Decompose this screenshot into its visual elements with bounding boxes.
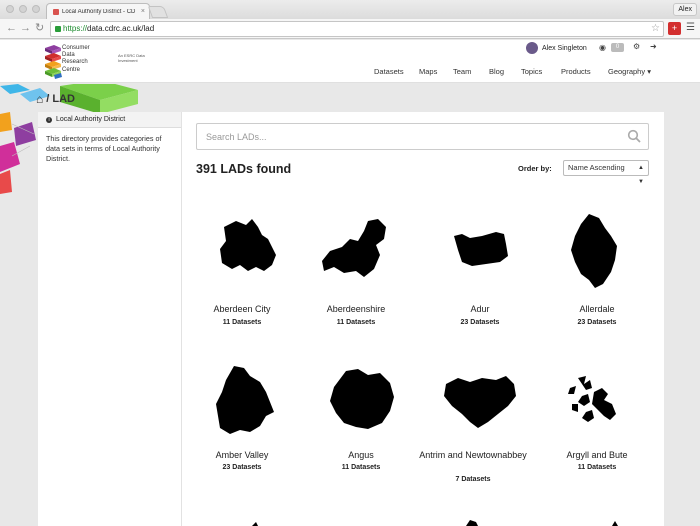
sidebar: i Local Authority District This directory… xyxy=(38,112,182,526)
search-box xyxy=(196,123,649,150)
gear-icon[interactable]: ⚙ xyxy=(633,42,640,51)
browser-tab[interactable]: Local Authority District - CD × xyxy=(46,3,150,19)
nav-geography[interactable]: Geography ▾ xyxy=(608,67,651,76)
sidebar-description: This directory provides categories of da… xyxy=(46,134,162,163)
profile-button[interactable]: Alex xyxy=(673,3,697,16)
lad-dataset-count: 23 Datasets xyxy=(460,319,500,326)
lad-name[interactable]: Angus xyxy=(301,449,421,461)
esrc-subtitle: An ESRC Data Investment xyxy=(118,53,145,63)
notification-badge[interactable]: 0 xyxy=(611,43,624,52)
site-header: Consumer Data Research Centre An ESRC Da… xyxy=(0,40,700,83)
browser-titlebar: Local Authority District - CD × Alex xyxy=(0,0,700,19)
lad-name[interactable]: Amber Valley xyxy=(182,449,302,461)
close-tab-icon[interactable]: × xyxy=(141,8,145,15)
partial-shape-icon xyxy=(466,520,478,526)
nav-topics[interactable]: Topics xyxy=(521,67,542,76)
home-icon[interactable]: ⌂ xyxy=(36,92,43,106)
browser-toolbar: ← → ↻ https://data.cdrc.ac.uk/lad ☆ + ☰ xyxy=(0,19,700,39)
aberdeenshire-shape-icon[interactable] xyxy=(320,217,390,281)
antrim-and-newtownabbey-shape-icon[interactable] xyxy=(442,374,518,430)
forward-arrow-icon[interactable]: → xyxy=(20,22,31,34)
adur-shape-icon[interactable] xyxy=(452,230,510,268)
select-arrow-icon: ▲ ▼ xyxy=(638,165,644,185)
user-name: Alex Singleton xyxy=(542,44,587,52)
aberdeen-city-shape-icon[interactable] xyxy=(218,217,280,275)
nav-team[interactable]: Team xyxy=(453,67,471,76)
avatar xyxy=(526,42,538,54)
result-count: 391 LADs found xyxy=(196,162,292,176)
lad-name[interactable]: Aberdeenshire xyxy=(296,303,416,315)
angus-shape-icon[interactable] xyxy=(328,367,396,431)
reload-icon[interactable]: ↻ xyxy=(35,22,44,34)
maximize-window-button[interactable] xyxy=(32,5,40,13)
amber-valley-shape-icon[interactable] xyxy=(214,364,276,436)
lad-name[interactable]: Argyll and Bute xyxy=(537,449,657,461)
search-icon[interactable] xyxy=(627,129,641,143)
argyll-and-bute-shape-icon[interactable] xyxy=(564,374,624,426)
nav-datasets[interactable]: Datasets xyxy=(374,67,404,76)
browser-menu-icon[interactable]: ☰ xyxy=(686,22,695,33)
sign-out-icon[interactable]: ➜ xyxy=(650,42,657,51)
allerdale-shape-icon[interactable] xyxy=(567,212,621,290)
close-window-button[interactable] xyxy=(6,5,14,13)
favicon-icon xyxy=(53,8,59,15)
partial-shape-icon xyxy=(252,522,258,526)
back-arrow-icon[interactable]: ← xyxy=(6,22,17,34)
minimize-window-button[interactable] xyxy=(19,5,27,13)
partial-shape-icon xyxy=(612,521,618,526)
breadcrumb: ⌂ / LAD xyxy=(36,92,75,106)
user-menu[interactable]: Alex Singleton xyxy=(526,42,587,54)
info-icon: i xyxy=(46,117,52,123)
lad-dataset-count: 11 Datasets xyxy=(341,464,381,471)
lad-dataset-count: 11 Datasets xyxy=(336,319,376,326)
nav-blog[interactable]: Blog xyxy=(489,67,504,76)
search-input[interactable] xyxy=(197,124,648,149)
dashboard-icon[interactable]: ◉ xyxy=(599,43,606,52)
order-by-label: Order by: xyxy=(518,164,552,173)
lad-dataset-count: 7 Datasets xyxy=(455,476,491,483)
breadcrumb-current: LAD xyxy=(52,93,75,105)
sidebar-header: i Local Authority District xyxy=(38,112,181,128)
new-tab-button[interactable] xyxy=(147,6,169,18)
lad-name[interactable]: Aberdeen City xyxy=(182,303,302,315)
order-by-value: Name Ascending xyxy=(568,163,625,172)
address-bar[interactable]: https://data.cdrc.ac.uk/lad ☆ xyxy=(50,21,664,37)
lock-icon xyxy=(55,26,61,32)
nav-maps[interactable]: Maps xyxy=(419,67,437,76)
lad-name[interactable]: Antrim and Newtownabbey xyxy=(413,449,533,461)
order-by-select[interactable]: Name Ascending ▲ ▼ xyxy=(563,160,649,185)
extension-icon[interactable]: + xyxy=(668,22,681,35)
lad-name[interactable]: Adur xyxy=(420,303,540,315)
logo-text: Consumer Data Research Centre xyxy=(62,45,90,73)
lad-dataset-count: 23 Datasets xyxy=(577,319,617,326)
lad-dataset-count: 11 Datasets xyxy=(222,319,262,326)
lad-dataset-count: 11 Datasets xyxy=(577,464,617,471)
bookmark-star-icon[interactable]: ☆ xyxy=(651,22,660,36)
lad-dataset-count: 23 Datasets xyxy=(222,464,262,471)
url-scheme: https:// xyxy=(63,24,88,33)
lad-name[interactable]: Allerdale xyxy=(537,303,657,315)
sidebar-heading: Local Authority District xyxy=(56,116,126,123)
main-panel: 391 LADs found Order by: Name Ascending … xyxy=(182,112,664,526)
nav-products[interactable]: Products xyxy=(561,67,591,76)
tab-title: Local Authority District - CD xyxy=(62,8,136,15)
url-host: data.cdrc.ac.uk/lad xyxy=(87,24,155,33)
